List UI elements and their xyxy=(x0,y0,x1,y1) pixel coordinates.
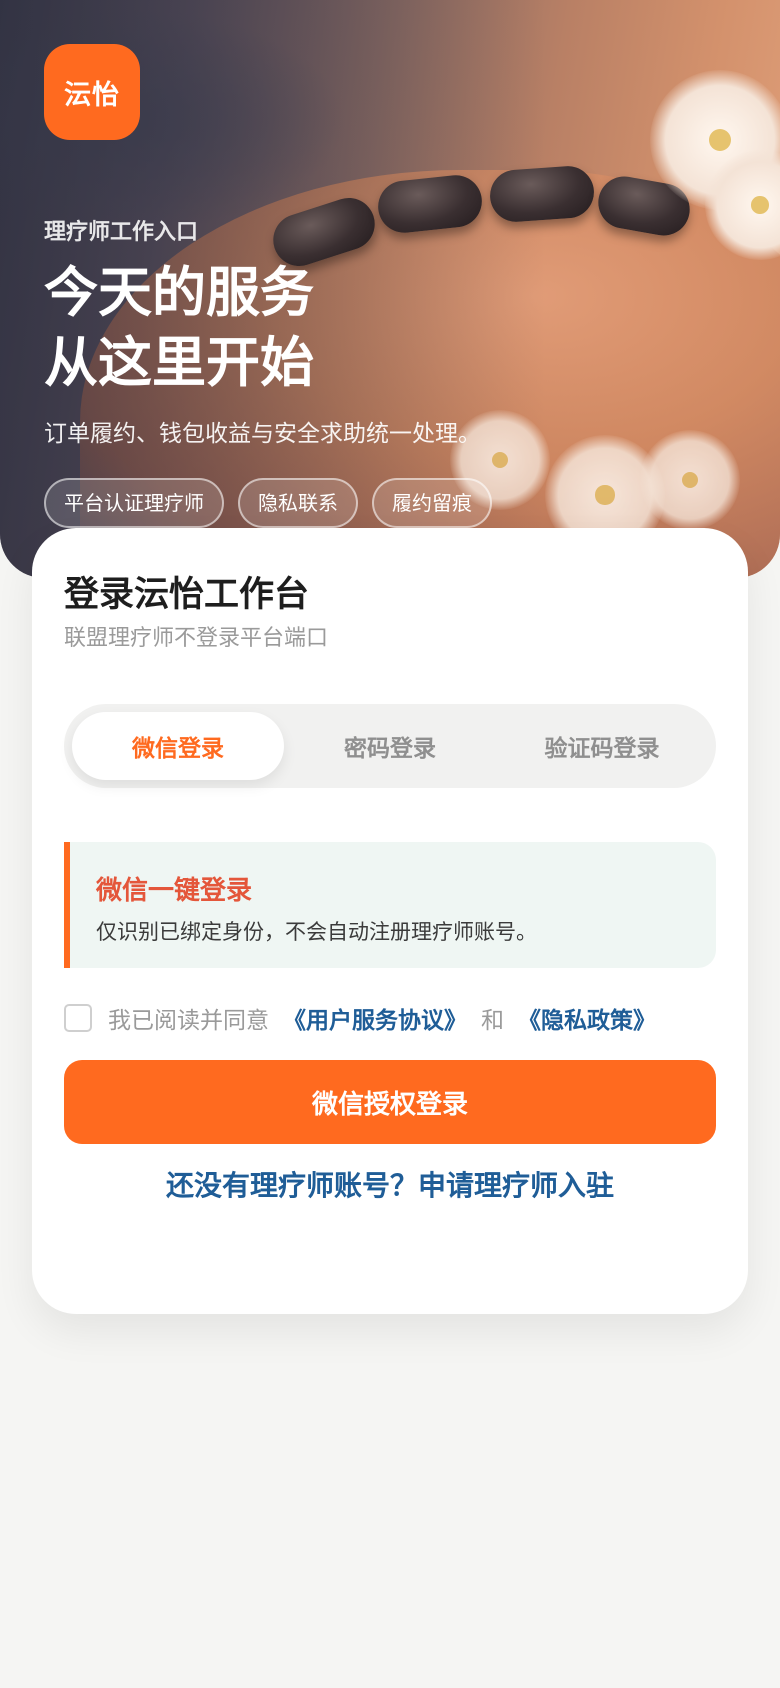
tab-sms-code-login[interactable]: 验证码登录 xyxy=(496,712,708,780)
hero-banner: 沄怡 理疗师工作入口 今天的服务 从这里开始 订单履约、钱包收益与安全求助统一处… xyxy=(0,0,780,578)
login-card: 登录沄怡工作台 联盟理疗师不登录平台端口 微信登录 密码登录 验证码登录 微信一… xyxy=(32,528,748,1314)
hero-headline-line2: 从这里开始 xyxy=(44,331,314,394)
orchid-flower xyxy=(640,430,740,530)
hero-tags: 平台认证理疗师 隐私联系 履约留痕 xyxy=(44,478,492,528)
login-page: 沄怡 理疗师工作入口 今天的服务 从这里开始 订单履约、钱包收益与安全求助统一处… xyxy=(0,0,780,1688)
agreement-joiner: 和 xyxy=(481,1008,504,1034)
hero-headline-line1: 今天的服务 xyxy=(44,261,314,324)
hero-subtitle: 订单履约、钱包收益与安全求助统一处理。 xyxy=(44,421,481,447)
login-title: 登录沄怡工作台 xyxy=(64,575,310,615)
tag-privacy: 隐私联系 xyxy=(238,478,358,528)
agreement-prefix: 我已阅读并同意 xyxy=(108,1008,269,1034)
notice-title: 微信一键登录 xyxy=(96,876,253,906)
tag-certified: 平台认证理疗师 xyxy=(44,478,224,528)
login-subtitle: 联盟理疗师不登录平台端口 xyxy=(64,626,329,651)
tab-wechat-login[interactable]: 微信登录 xyxy=(72,712,284,780)
hot-stone xyxy=(488,164,596,224)
terms-of-service-link[interactable]: 《用户服务协议》 xyxy=(283,1001,467,1035)
privacy-policy-link[interactable]: 《隐私政策》 xyxy=(518,1001,656,1035)
login-method-tabs: 微信登录 密码登录 验证码登录 xyxy=(64,704,716,788)
notice-text: 仅识别已绑定身份，不会自动注册理疗师账号。 xyxy=(96,920,537,944)
tag-trace: 履约留痕 xyxy=(372,478,492,528)
brand-logo: 沄怡 xyxy=(44,44,140,140)
agreement-checkbox[interactable] xyxy=(64,1004,92,1032)
tab-password-login[interactable]: 密码登录 xyxy=(284,712,496,780)
hero-headline: 今天的服务 从这里开始 xyxy=(44,258,314,398)
agreement-row: 我已阅读并同意 《用户服务协议》 和 《隐私政策》 xyxy=(64,998,656,1038)
apply-therapist-link[interactable]: 还没有理疗师账号？申请理疗师入驻 xyxy=(32,1164,748,1204)
hero-eyebrow: 理疗师工作入口 xyxy=(44,220,199,245)
wechat-login-notice: 微信一键登录 仅识别已绑定身份，不会自动注册理疗师账号。 xyxy=(64,842,716,968)
wechat-authorize-login-button[interactable]: 微信授权登录 xyxy=(64,1060,716,1144)
